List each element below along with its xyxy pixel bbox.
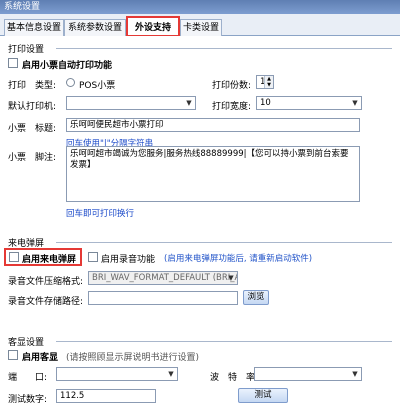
print-width-value: 10: [260, 98, 271, 108]
ticket-title-input[interactable]: 乐呵呵便民超市小票打印: [66, 118, 360, 132]
print-width-label: 打印宽度:: [212, 102, 252, 112]
chevron-down-icon: ▼: [228, 274, 234, 282]
chevron-down-icon: ▼: [168, 370, 174, 378]
ticket-title-label: 小票 标题:: [8, 124, 57, 134]
port-label: 端 口:: [8, 373, 48, 383]
print-type-label: 打印 类型:: [8, 81, 57, 91]
tab-system-params[interactable]: 系统参数设置: [64, 19, 126, 36]
footer-newline-hint: 回车即可打印换行: [66, 209, 135, 219]
test-button-label: 测试: [254, 390, 272, 400]
copies-stepper[interactable]: ▲ ▼: [264, 76, 273, 88]
auto-print-label: 启用小票自动打印功能: [22, 61, 113, 71]
auto-print-checkbox[interactable]: [8, 58, 18, 68]
tab-basic-info[interactable]: 基本信息设置: [4, 19, 64, 36]
enable-popup-checkbox[interactable]: [9, 252, 19, 262]
display-section-title: 客显设置: [8, 338, 45, 348]
tab-label: 卡类设置: [182, 23, 219, 33]
chevron-down-icon: ▼: [186, 99, 192, 107]
enable-display-checkbox[interactable]: [8, 350, 18, 360]
pos-ticket-radio[interactable]: [66, 78, 75, 87]
test-button[interactable]: 测试: [238, 388, 288, 403]
tab-label: 系统参数设置: [67, 23, 122, 33]
compress-format-label: 录音文件压缩格式:: [8, 277, 84, 287]
baud-select[interactable]: ▼: [254, 367, 362, 381]
record-path-input[interactable]: [88, 291, 238, 305]
test-digits-input[interactable]: 112.5: [56, 389, 156, 403]
test-digits-value: 112.5: [60, 391, 85, 401]
default-printer-label: 默认打印机:: [8, 102, 57, 112]
copies-label: 打印份数:: [212, 81, 252, 91]
tab-label: 基本信息设置: [6, 23, 61, 33]
test-digits-label: 测试数字:: [8, 395, 48, 405]
enable-popup-label: 启用来电弹屏: [22, 255, 77, 265]
browse-button-label: 浏览: [247, 292, 265, 302]
print-width-select[interactable]: 10 ▼: [256, 96, 362, 110]
chevron-down-icon: ▼: [352, 370, 358, 378]
tab-peripheral[interactable]: 外设支持: [126, 16, 180, 37]
copies-input[interactable]: 1 ▲ ▼: [256, 75, 274, 89]
popup-restart-note: (启用来电弹屏功能后, 请重新启动软件): [164, 254, 313, 264]
ticket-footer-label: 小票 脚注:: [8, 153, 57, 163]
print-section-title: 打印设置: [8, 45, 45, 55]
tab-bar: 基本信息设置 系统参数设置 外设支持 卡类设置: [0, 14, 400, 37]
pos-ticket-label: POS小票: [79, 81, 116, 91]
ticket-footer-value: 乐呵呵超市竭诚为您服务|服务热线88889999|【您可以持小票到前台索要发票】: [70, 149, 349, 170]
enable-record-checkbox[interactable]: [88, 252, 98, 262]
port-select[interactable]: ▼: [56, 367, 178, 381]
display-note: (请按照顾显示屏说明书进行设置): [66, 353, 200, 363]
display-section-divider: [56, 341, 392, 342]
print-section-divider: [56, 48, 392, 49]
peripheral-panel: 打印设置 启用小票自动打印功能 打印 类型: POS小票 打印份数: 1 ▲ ▼ …: [0, 36, 400, 416]
baud-label: 波 特 率:: [210, 373, 259, 383]
chevron-down-icon: ▼: [352, 99, 358, 107]
compress-format-select[interactable]: BRI_WAV_FORMAT_DEFAULT (BRI_AUDI ▼: [88, 271, 238, 285]
browse-button[interactable]: 浏览: [243, 290, 269, 305]
compress-format-value: BRI_WAV_FORMAT_DEFAULT (BRI_AUDI: [92, 273, 237, 283]
window-title: 系统设置: [4, 2, 41, 12]
enable-record-label: 启用录音功能: [101, 255, 156, 265]
window-titlebar: 系统设置: [0, 0, 400, 14]
record-path-label: 录音文件存储路径:: [8, 297, 84, 307]
tab-label: 外设支持: [134, 23, 171, 33]
enable-display-label: 启用客显: [22, 353, 59, 363]
ticket-title-value: 乐呵呵便民超市小票打印: [70, 120, 164, 130]
popup-section-divider: [56, 242, 392, 243]
default-printer-select[interactable]: ▼: [66, 96, 196, 110]
tab-card-settings[interactable]: 卡类设置: [180, 19, 222, 36]
ticket-footer-textarea[interactable]: 乐呵呵超市竭诚为您服务|服务热线88889999|【您可以持小票到前台索要发票】: [66, 146, 360, 202]
